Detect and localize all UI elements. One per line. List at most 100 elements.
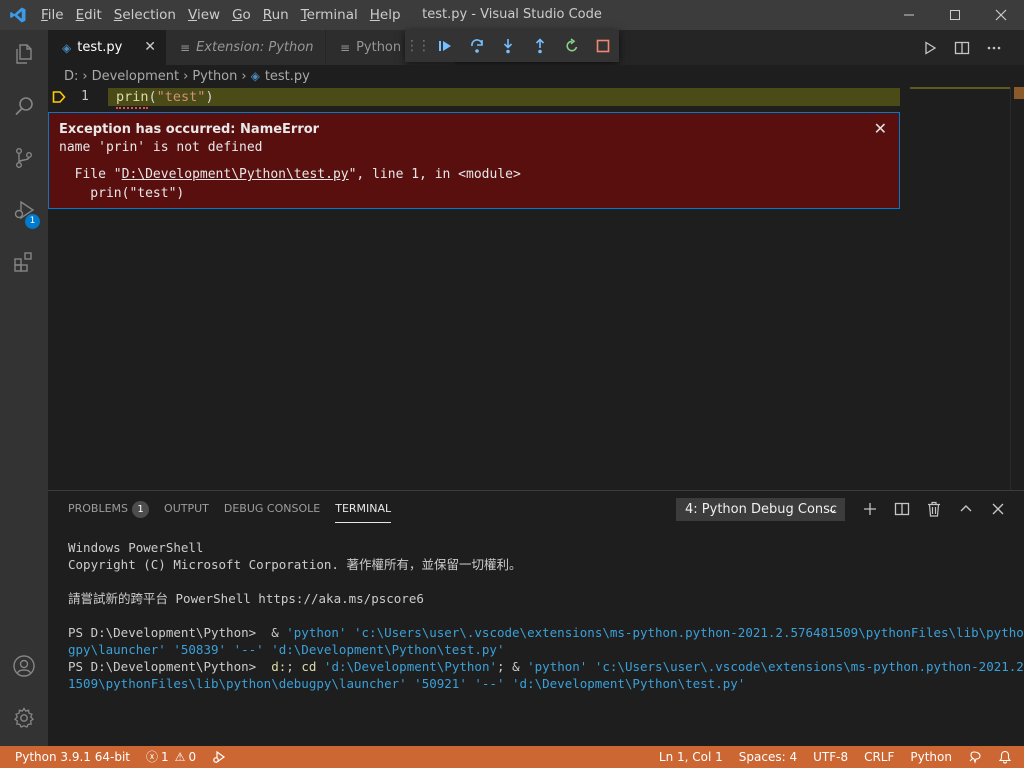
chevron-right-icon: ›: [82, 68, 88, 84]
title-bar: File Edit Selection View Go Run Terminal…: [0, 0, 1024, 30]
status-right: Ln 1, Col 1 Spaces: 4 UTF-8 CRLF Python: [651, 746, 1024, 768]
tab-label: Python: [356, 40, 402, 55]
indentation[interactable]: Spaces: 4: [731, 746, 805, 768]
split-editor-icon[interactable]: [946, 30, 978, 65]
warning-icon: ⚠: [174, 750, 186, 764]
exception-trace: File "D:\Development\Python\test.py", li…: [59, 167, 521, 201]
current-line-highlight: [108, 88, 900, 106]
restart-icon[interactable]: [556, 30, 588, 62]
debug-status-icon[interactable]: [204, 750, 234, 764]
status-bar: Python 3.9.1 64-bit ⓧ 1 ⚠ 0 Ln 1, Col 1 …: [0, 746, 1024, 768]
step-into-icon[interactable]: [492, 30, 524, 62]
extension-page-icon: ≡: [180, 40, 191, 55]
code-string: "test": [156, 89, 206, 105]
maximize-panel-icon[interactable]: [950, 495, 982, 523]
explorer-icon[interactable]: [0, 30, 48, 78]
menu-edit[interactable]: Edit: [70, 0, 108, 30]
close-window-button[interactable]: [978, 0, 1024, 30]
accounts-icon[interactable]: [0, 642, 48, 690]
chevron-right-icon: ›: [241, 68, 247, 84]
language-mode[interactable]: Python: [902, 746, 960, 768]
chevron-down-icon: ⌄: [827, 502, 838, 517]
python-icon: ◈: [250, 69, 260, 83]
terminal-select[interactable]: 4: Python Debug Consc ⌄: [676, 498, 845, 521]
notifications-bell-icon[interactable]: [990, 746, 1024, 768]
terminal-line: Windows PowerShell: [68, 540, 204, 555]
terminal-line: PS D:\Development\Python> d:; cd 'd:\Dev…: [68, 659, 1024, 674]
python-interpreter[interactable]: Python 3.9.1 64-bit: [0, 746, 138, 768]
panel-actions: [854, 495, 1014, 523]
extensions-icon[interactable]: [0, 238, 48, 286]
source-control-icon[interactable]: [0, 134, 48, 182]
problems-badge: 1: [132, 501, 150, 518]
activity-bar: 1: [0, 30, 48, 746]
search-icon[interactable]: [0, 82, 48, 130]
run-debug-icon[interactable]: 1: [0, 186, 48, 234]
problems-status[interactable]: ⓧ 1 ⚠ 0: [138, 746, 204, 768]
step-over-icon[interactable]: [461, 30, 493, 62]
debug-badge: 1: [25, 214, 40, 229]
python-icon: ◈: [62, 40, 72, 55]
menu-terminal[interactable]: Terminal: [295, 0, 364, 30]
breadcrumb-folder-development[interactable]: Development: [92, 69, 180, 84]
tab-label: Extension: Python: [196, 40, 314, 55]
cursor-position[interactable]: Ln 1, Col 1: [651, 746, 731, 768]
menu-run[interactable]: Run: [257, 0, 295, 30]
tab-terminal[interactable]: TERMINAL: [335, 491, 391, 527]
minimap[interactable]: [910, 87, 1010, 89]
split-terminal-icon[interactable]: [886, 495, 918, 523]
breadcrumb-folder-python[interactable]: Python: [192, 69, 237, 84]
line-number: 1: [81, 89, 89, 104]
vscode-logo-icon: [0, 0, 35, 30]
code-paren-close: ): [205, 89, 214, 105]
maximize-button[interactable]: [932, 0, 978, 30]
minimize-button[interactable]: [886, 0, 932, 30]
exception-file-link[interactable]: D:\Development\Python\test.py: [122, 167, 349, 182]
terminal-line: PS D:\Development\Python> & 'python' 'c:…: [68, 625, 1024, 640]
menu-selection[interactable]: Selection: [108, 0, 182, 30]
close-tab-icon[interactable]: ✕: [144, 39, 156, 55]
close-exception-icon[interactable]: ✕: [874, 119, 887, 138]
tab-extension-python[interactable]: ≡ Extension: Python: [166, 30, 326, 65]
continue-icon[interactable]: [429, 30, 461, 62]
exception-widget: Exception has occurred: NameError name '…: [48, 112, 900, 209]
drag-handle-icon[interactable]: ⋮⋮: [405, 38, 431, 54]
code-line[interactable]: prin("test"): [116, 88, 214, 106]
more-actions-icon[interactable]: [978, 30, 1010, 65]
breadcrumb-drive[interactable]: D:: [64, 69, 78, 84]
tab-problems[interactable]: PROBLEMS 1: [68, 491, 150, 527]
menu-go[interactable]: Go: [226, 0, 257, 30]
scrollbar-thumb[interactable]: [1014, 87, 1024, 99]
settings-gear-icon[interactable]: [0, 694, 48, 742]
editor-scrollbar[interactable]: [1010, 87, 1024, 490]
end-of-line[interactable]: CRLF: [856, 746, 902, 768]
encoding[interactable]: UTF-8: [805, 746, 856, 768]
error-squiggle: [116, 105, 148, 109]
code-function: prin: [116, 89, 149, 105]
trash-icon[interactable]: [918, 495, 950, 523]
feedback-icon[interactable]: [960, 746, 990, 768]
debug-stopped-arrow-icon: [52, 90, 66, 108]
breadcrumb-file[interactable]: test.py: [265, 69, 310, 84]
terminal-output[interactable]: Windows PowerShell Copyright (C) Microso…: [68, 539, 1024, 692]
tab-output[interactable]: OUTPUT: [164, 491, 209, 527]
step-out-icon[interactable]: [524, 30, 556, 62]
stop-icon[interactable]: [587, 30, 619, 62]
menu-help[interactable]: Help: [364, 0, 407, 30]
chevron-right-icon: ›: [183, 68, 189, 84]
bottom-panel: PROBLEMS 1 OUTPUT DEBUG CONSOLE TERMINAL …: [48, 490, 1024, 746]
window-controls: [886, 0, 1024, 30]
debug-toolbar: ⋮⋮: [405, 30, 619, 62]
menu-file[interactable]: File: [35, 0, 70, 30]
menu-view[interactable]: View: [182, 0, 226, 30]
tab-test-py[interactable]: ◈ test.py ✕: [48, 30, 166, 65]
exception-message: name 'prin' is not defined: [59, 140, 263, 155]
new-terminal-icon[interactable]: [854, 495, 886, 523]
run-file-icon[interactable]: [914, 30, 946, 65]
breadcrumb: D: › Development › Python › ◈ test.py: [48, 65, 1024, 87]
tab-label: test.py: [77, 40, 123, 55]
terminal-line: Copyright (C) Microsoft Corporation. 著作權…: [68, 557, 522, 572]
close-panel-icon[interactable]: [982, 495, 1014, 523]
menu-bar: File Edit Selection View Go Run Terminal…: [35, 0, 407, 30]
tab-debug-console[interactable]: DEBUG CONSOLE: [224, 491, 320, 527]
